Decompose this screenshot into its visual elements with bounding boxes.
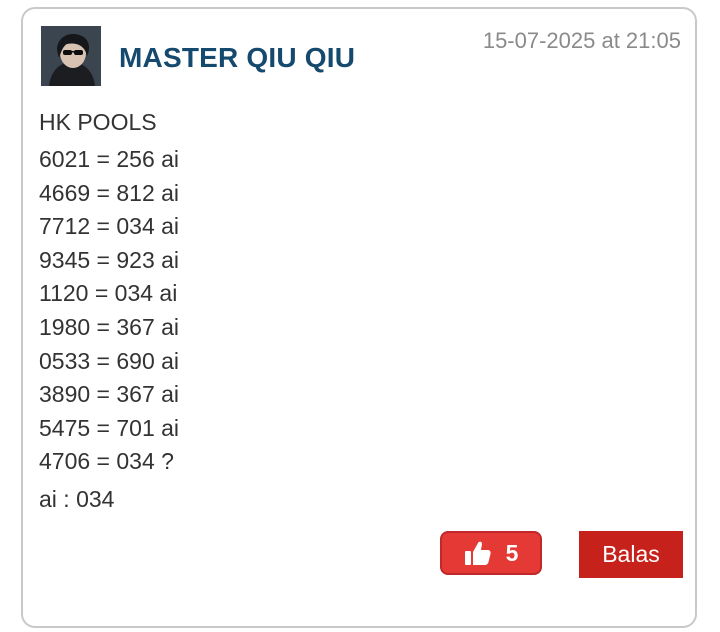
comment-body: HK POOLS 6021 = 256 ai 4669 = 812 ai 771…: [39, 107, 639, 517]
avatar[interactable]: [41, 26, 101, 86]
reply-button[interactable]: Balas: [579, 531, 683, 578]
comment-heading: HK POOLS: [39, 109, 157, 135]
comment-line: 1120 = 034 ai: [39, 280, 178, 307]
comment-line: 7712 = 034 ai: [39, 213, 180, 240]
comment-line: 6021 = 256 ai: [39, 146, 180, 172]
comment-line: 0533 = 690 ai: [39, 347, 180, 374]
comment-timestamp: 15-07-2025 at 21:05: [482, 28, 681, 53]
thumbs-up-icon: [464, 540, 492, 566]
author-name[interactable]: MASTER QIU QIU: [119, 42, 355, 74]
comment-card: MASTER QIU QIU 15-07-2025 at 21:05 HK PO…: [21, 7, 697, 628]
comment-line: 3890 = 367 ai: [39, 381, 180, 408]
like-count: 5: [505, 539, 519, 566]
comment-line: 5475 = 701 ai: [39, 414, 180, 441]
like-button[interactable]: 5: [440, 531, 542, 575]
comment-line: 4706 = 034 ?: [39, 448, 174, 475]
avatar-image: [41, 26, 101, 86]
comment-footer: ai : 034: [39, 485, 115, 512]
comment-line: 1980 = 367 ai: [39, 313, 180, 340]
comment-line: 4669 = 812 ai: [39, 179, 180, 206]
comment-line: 9345 = 923 ai: [39, 246, 180, 273]
